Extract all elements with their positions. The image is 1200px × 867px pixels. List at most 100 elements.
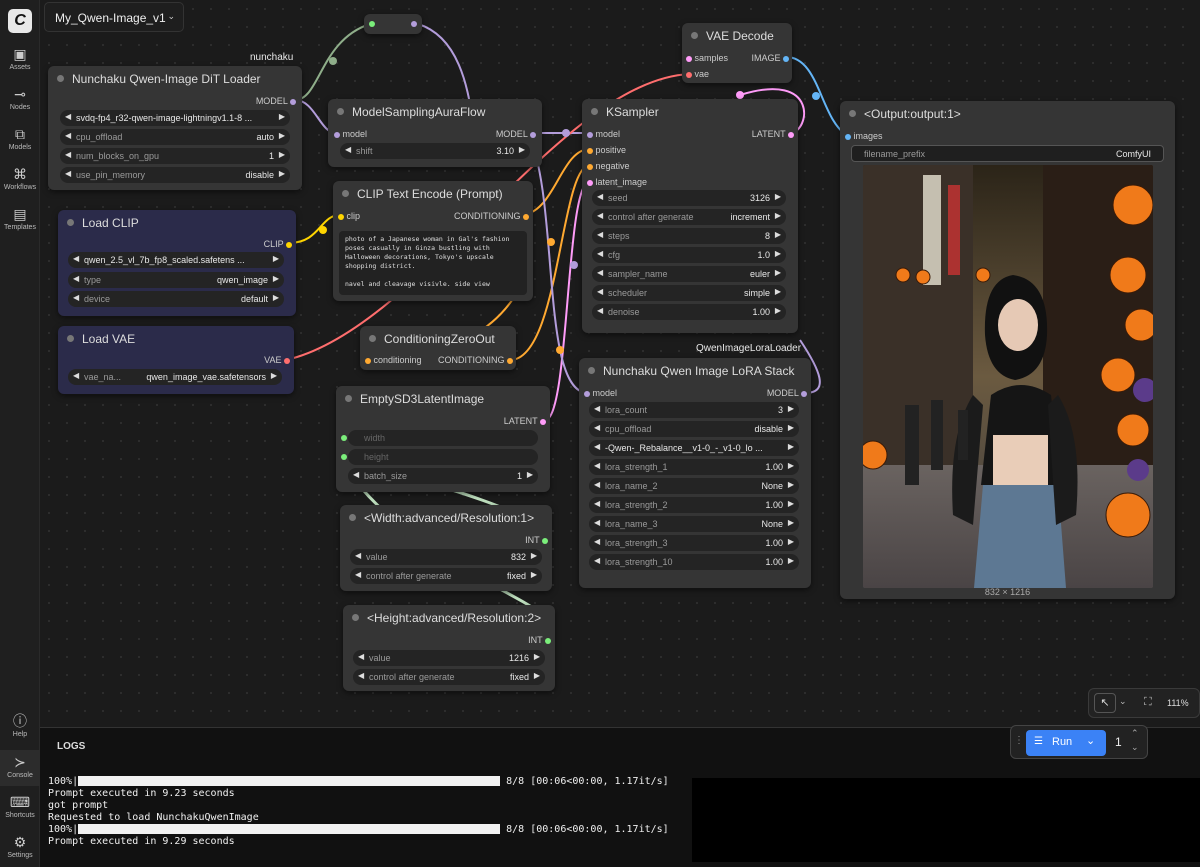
sidebar-item-settings[interactable]: ⚙ Settings xyxy=(0,834,40,859)
comfy-logo[interactable]: C xyxy=(8,9,32,33)
input-conditioning[interactable]: conditioning xyxy=(365,355,422,365)
node-dit-loader[interactable]: Nunchaku Qwen-Image DiT Loader MODEL ◀ sv… xyxy=(48,66,302,190)
output-int[interactable]: INT xyxy=(525,535,548,545)
node-clip-text-encode[interactable]: CLIP Text Encode (Prompt) clip CONDITION… xyxy=(333,181,533,301)
pointer-tool-button[interactable]: ↖ xyxy=(1094,693,1116,713)
lora-widget[interactable]: ◀ lora_strength_3 1.00 ▶ xyxy=(589,535,799,551)
sidebar-item-help[interactable]: ⓘ Help xyxy=(0,713,40,738)
collapse-dot[interactable] xyxy=(591,108,598,115)
widget-pin-memory[interactable]: ◀ use_pin_memory disable ▶ xyxy=(60,167,290,183)
widget-shift[interactable]: ◀ shift 3.10 ▶ xyxy=(340,143,530,159)
run-button[interactable]: ☰ Run ⌄ xyxy=(1026,730,1106,756)
input-vae[interactable]: vae xyxy=(686,69,709,79)
workflow-tab[interactable]: My_Qwen-Image_v1 ⌄ xyxy=(44,2,184,32)
lora-widget[interactable]: ◀ lora_strength_10 1.00 ▶ xyxy=(589,554,799,570)
chevron-down-icon[interactable]: ⌄ xyxy=(1086,734,1095,747)
output-model[interactable]: MODEL xyxy=(767,388,807,398)
output-image[interactable]: IMAGE xyxy=(751,53,789,63)
sidebar-item-nodes[interactable]: ⊸ Nodes xyxy=(0,86,40,111)
widget-vae-name[interactable]: ◀ vae_na... qwen_image_vae.safetensors ▶ xyxy=(68,369,282,385)
widget-filename-prefix[interactable]: filename_prefix ComfyUI xyxy=(851,145,1164,162)
collapse-dot[interactable] xyxy=(691,32,698,39)
input-positive[interactable]: positive xyxy=(587,145,626,155)
output-model[interactable]: MODEL xyxy=(496,129,536,139)
node-width[interactable]: <Width:advanced/Resolution:1> INT ◀ value… xyxy=(340,505,552,591)
prompt-textarea[interactable]: photo of a Japanese woman in Gal's fashi… xyxy=(339,231,527,295)
widget-clip-device[interactable]: ◀ device default ▶ xyxy=(68,291,284,307)
collapse-dot[interactable] xyxy=(57,75,64,82)
sidebar-item-console[interactable]: ≻ Console xyxy=(0,750,40,786)
chevron-down-icon[interactable]: ⌄ xyxy=(1119,696,1127,707)
lora-widget[interactable]: ◀ -Qwen-_Rebalance__v1-0_-_v1-0_lo ... ▶ xyxy=(589,440,799,456)
sidebar-item-shortcuts[interactable]: ⌨ Shortcuts xyxy=(0,794,40,819)
output-int[interactable]: INT xyxy=(528,635,551,645)
increment-icon[interactable]: ⌃ xyxy=(1131,728,1139,739)
lora-widget[interactable]: ◀ lora_count 3 ▶ xyxy=(589,402,799,418)
zoom-level[interactable]: 111% xyxy=(1167,698,1189,708)
widget-denoise[interactable]: ◀ denoise 1.00 ▶ xyxy=(592,304,786,320)
sidebar-item-assets[interactable]: ▣ Assets xyxy=(0,46,40,71)
widget-height-value[interactable]: ◀ value 1216 ▶ xyxy=(353,650,545,666)
output-vae[interactable]: VAE xyxy=(264,355,290,365)
collapse-dot[interactable] xyxy=(345,395,352,402)
sidebar-item-models[interactable]: ⧉ Models xyxy=(0,126,40,151)
input-negative[interactable]: negative xyxy=(587,161,630,171)
input-height[interactable]: height xyxy=(341,449,538,465)
lora-widget[interactable]: ◀ lora_strength_2 1.00 ▶ xyxy=(589,497,799,513)
widget-scheduler[interactable]: ◀ scheduler simple ▶ xyxy=(592,285,786,301)
input-samples[interactable]: samples xyxy=(686,53,728,63)
widget-clip-name[interactable]: ◀ qwen_2.5_vl_7b_fp8_scaled.safetens ... ▶ xyxy=(68,252,284,268)
node-ksampler[interactable]: KSampler model LATENT positive negative … xyxy=(582,99,798,333)
widget-clip-type[interactable]: ◀ type qwen_image ▶ xyxy=(68,272,284,288)
lora-widget[interactable]: ◀ lora_strength_1 1.00 ▶ xyxy=(589,459,799,475)
output-latent[interactable]: LATENT xyxy=(504,416,546,426)
collapse-dot[interactable] xyxy=(67,335,74,342)
input-model[interactable]: model xyxy=(584,388,617,398)
input-latent-image[interactable]: latent_image xyxy=(587,177,647,187)
widget-cfg[interactable]: ◀ cfg 1.0 ▶ xyxy=(592,247,786,263)
collapse-dot[interactable] xyxy=(337,108,344,115)
widget-cpu-offload[interactable]: ◀ cpu_offload auto ▶ xyxy=(60,129,290,145)
widget-num-blocks[interactable]: ◀ num_blocks_on_gpu 1 ▶ xyxy=(60,148,290,164)
widget-seed[interactable]: ◀ seed 3126 ▶ xyxy=(592,190,786,206)
node-lora-stack[interactable]: Nunchaku Qwen Image LoRA Stack model MOD… xyxy=(579,358,811,588)
lora-widget[interactable]: ◀ lora_name_2 None ▶ xyxy=(589,478,799,494)
input-clip[interactable]: clip xyxy=(338,211,360,221)
sidebar-item-templates[interactable]: ▤ Templates xyxy=(0,206,40,231)
widget-width-control[interactable]: ◀ control after generate fixed ▶ xyxy=(350,568,542,584)
batch-count-input[interactable]: 1 xyxy=(1115,735,1122,749)
input-model[interactable]: model xyxy=(334,129,367,139)
node-conditioning-zero-out[interactable]: ConditioningZeroOut conditioning CONDITI… xyxy=(360,326,516,370)
sidebar-item-workflows[interactable]: ⌘ Workflows xyxy=(0,166,40,191)
lora-widget[interactable]: ◀ lora_name_3 None ▶ xyxy=(589,516,799,532)
output-conditioning[interactable]: CONDITIONING xyxy=(454,211,529,221)
widget-width-value[interactable]: ◀ value 832 ▶ xyxy=(350,549,542,565)
collapse-dot[interactable] xyxy=(352,614,359,621)
node-vae-decode[interactable]: VAE Decode samples IMAGE vae xyxy=(682,23,792,83)
collapse-dot[interactable] xyxy=(349,514,356,521)
node-height[interactable]: <Height:advanced/Resolution:2> INT ◀ valu… xyxy=(343,605,555,691)
output-clip[interactable]: CLIP xyxy=(264,239,292,249)
collapse-dot[interactable] xyxy=(369,335,376,342)
collapse-dot[interactable] xyxy=(342,190,349,197)
widget-steps[interactable]: ◀ steps 8 ▶ xyxy=(592,228,786,244)
node-empty-latent[interactable]: EmptySD3LatentImage LATENT width height … xyxy=(336,386,550,492)
output-conditioning[interactable]: CONDITIONING xyxy=(438,355,513,365)
collapse-dot[interactable] xyxy=(67,219,74,226)
input-images[interactable]: images xyxy=(845,131,883,141)
widget-model-name[interactable]: ◀ svdq-fp4_r32-qwen-image-lightningv1.1-8… xyxy=(60,110,290,126)
reroute-node[interactable] xyxy=(364,14,422,34)
collapse-dot[interactable] xyxy=(588,367,595,374)
input-width[interactable]: width xyxy=(341,430,538,446)
widget-batch-size[interactable]: ◀ batch_size 1 ▶ xyxy=(348,468,538,484)
lora-widget[interactable]: ◀ cpu_offload disable ▶ xyxy=(589,421,799,437)
widget-sampler-name[interactable]: ◀ sampler_name euler ▶ xyxy=(592,266,786,282)
input-model[interactable]: model xyxy=(587,129,620,139)
output-latent[interactable]: LATENT xyxy=(752,129,794,139)
chevron-down-icon[interactable]: ⌄ xyxy=(167,11,175,22)
node-load-clip[interactable]: Load CLIP CLIP ◀ qwen_2.5_vl_7b_fp8_scale… xyxy=(58,210,296,316)
output-image-preview[interactable] xyxy=(863,165,1153,588)
decrement-icon[interactable]: ⌄ xyxy=(1131,742,1139,753)
output-model[interactable]: MODEL xyxy=(256,96,296,106)
fit-view-icon[interactable]: ⛶ xyxy=(1144,696,1152,709)
